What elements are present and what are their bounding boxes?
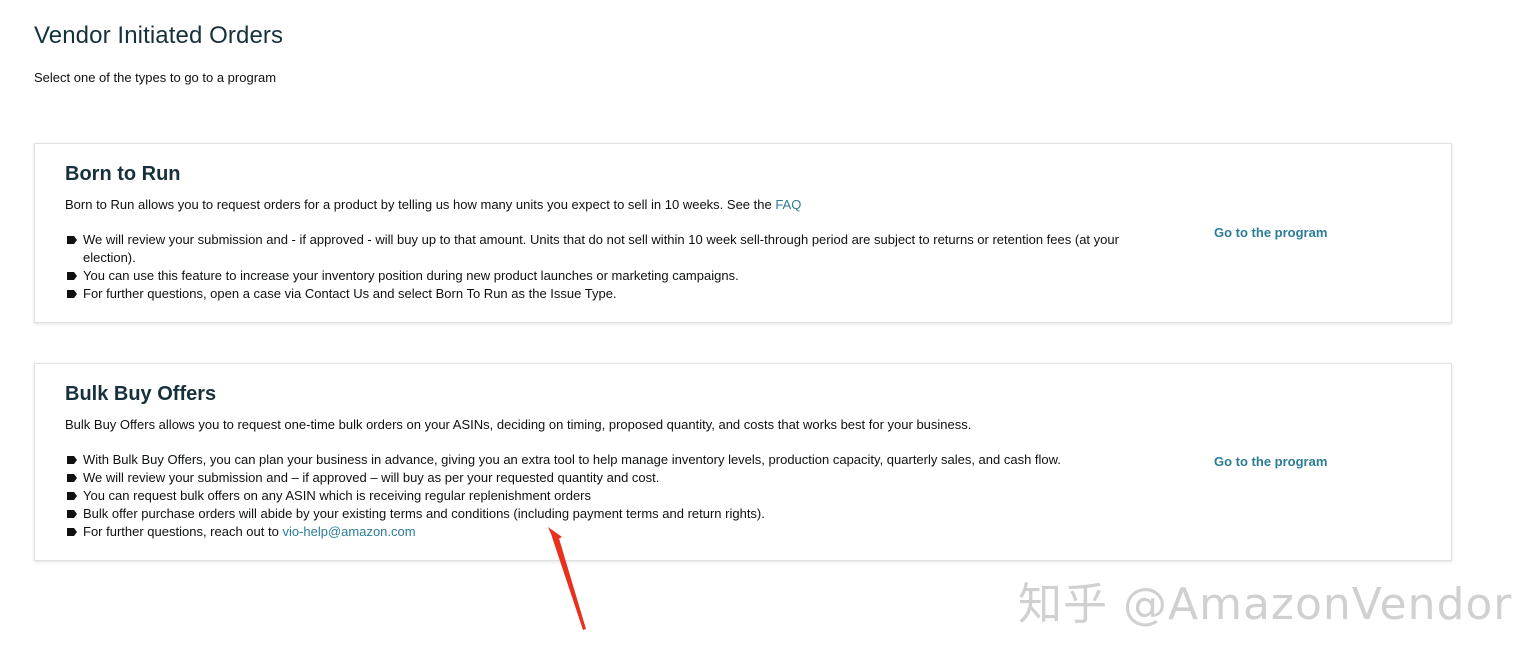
bullet-tag-icon [67, 474, 77, 482]
list-item: Bulk offer purchase orders will abide by… [65, 505, 1165, 523]
bullet-tag-icon [67, 272, 77, 280]
bullet-tag-icon [67, 492, 77, 500]
list-item: We will review your submission and – if … [65, 469, 1165, 487]
watermark: 知乎 @AmazonVendor [1018, 579, 1513, 630]
list-item: You can request bulk offers on any ASIN … [65, 487, 1165, 505]
faq-link[interactable]: FAQ [775, 197, 801, 212]
born-to-run-card: Born to Run Born to Run allows you to re… [34, 143, 1452, 323]
page-subtitle: Select one of the types to go to a progr… [34, 70, 277, 85]
bullet-text: For further questions, open a case via C… [83, 286, 617, 301]
bullet-text: You can request bulk offers on any ASIN … [83, 488, 592, 503]
born-to-run-bullet-list: We will review your submission and - if … [65, 231, 1165, 303]
bulk-buy-offers-title: Bulk Buy Offers [65, 383, 217, 405]
list-item: You can use this feature to increase you… [65, 267, 1165, 285]
bulk-buy-offers-card: Bulk Buy Offers Bulk Buy Offers allows y… [34, 363, 1452, 561]
vio-help-email-link[interactable]: vio-help@amazon.com [282, 524, 415, 539]
page-title: Vendor Initiated Orders [34, 22, 284, 49]
bullet-text: You can use this feature to increase you… [83, 268, 739, 283]
bulk-buy-offers-bullet-list: With Bulk Buy Offers, you can plan your … [65, 451, 1165, 541]
arrow-shaft [552, 535, 586, 630]
born-to-run-go-to-program-link[interactable]: Go to the program [1214, 225, 1327, 240]
list-item: For further questions, open a case via C… [65, 285, 1165, 303]
list-item: For further questions, reach out to vio-… [65, 523, 1165, 541]
bullet-tag-icon [67, 456, 77, 464]
bulk-buy-offers-go-to-program-link[interactable]: Go to the program [1214, 454, 1327, 469]
bullet-tag-icon [67, 528, 77, 536]
born-to-run-description: Born to Run allows you to request orders… [65, 197, 801, 212]
born-to-run-title: Born to Run [65, 163, 181, 185]
bullet-text: Bulk offer purchase orders will abide by… [83, 506, 765, 521]
bullet-text: With Bulk Buy Offers, you can plan your … [83, 452, 1061, 467]
vendor-initiated-orders-page: Vendor Initiated Orders Select one of th… [0, 0, 1524, 658]
list-item: We will review your submission and - if … [65, 231, 1165, 267]
bullet-tag-icon [67, 290, 77, 298]
bullet-text: For further questions, reach out to [83, 524, 283, 539]
bulk-buy-offers-description: Bulk Buy Offers allows you to request on… [65, 417, 972, 432]
bullet-tag-icon [67, 236, 77, 244]
list-item: With Bulk Buy Offers, you can plan your … [65, 451, 1165, 469]
annotation-arrow-icon [548, 527, 586, 630]
bullet-text: We will review your submission and – if … [83, 470, 660, 485]
born-to-run-description-text: Born to Run allows you to request orders… [65, 197, 776, 212]
bullet-text: We will review your submission and - if … [83, 232, 1119, 265]
bullet-tag-icon [67, 510, 77, 518]
